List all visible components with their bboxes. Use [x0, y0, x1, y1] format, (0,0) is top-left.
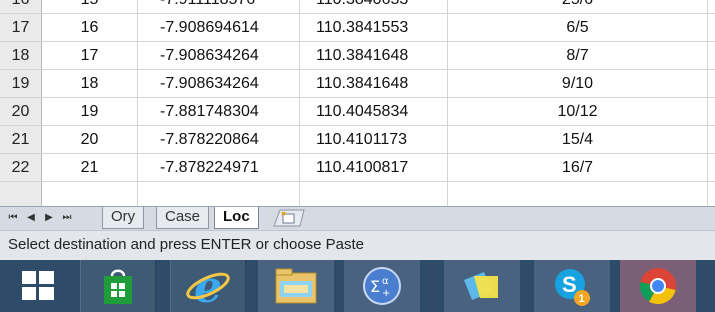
internet-explorer-icon: e — [186, 264, 230, 308]
cell-number[interactable]: 17 — [42, 42, 138, 69]
row-header[interactable]: 16 — [0, 0, 42, 13]
row-header[interactable]: 22 — [0, 154, 42, 181]
row-header[interactable]: 19 — [0, 70, 42, 97]
cell-latitude[interactable]: -7.881748304 — [138, 98, 300, 125]
cell-date[interactable]: 16/7 — [448, 154, 708, 181]
sticky-notes-icon — [464, 272, 498, 300]
start-icon — [22, 271, 54, 300]
cell-date[interactable]: 6/5 — [448, 14, 708, 41]
svg-text:+: + — [382, 288, 390, 299]
cell-date[interactable]: 9/10 — [448, 70, 708, 97]
math-app-icon: Σ α + — [363, 267, 401, 305]
last-sheet-icon[interactable]: ⏭ — [60, 211, 74, 225]
cell-latitude[interactable]: -7.908694614 — [138, 14, 300, 41]
tab-loc[interactable]: Loc — [214, 207, 259, 229]
math-app-button[interactable]: Σ α + — [344, 260, 420, 312]
cell-number[interactable]: 15 — [42, 0, 138, 13]
row-header[interactable]: 20 — [0, 98, 42, 125]
cell-longitude[interactable]: 110.4045834 — [300, 98, 448, 125]
cell-date[interactable]: 25/6 — [448, 0, 708, 13]
worksheet-grid: 16 15 -7.911118576 110.3840653 25/6 17 1… — [0, 0, 715, 206]
excel-window: 16 15 -7.911118576 110.3840653 25/6 17 1… — [0, 0, 715, 312]
first-sheet-icon[interactable]: ⏮ — [6, 211, 20, 225]
cell-longitude[interactable]: 110.3841648 — [300, 42, 448, 69]
sheet-tab-bar: ⏮ ◀ ▶ ⏭ Ory Case Loc — [0, 206, 715, 230]
cell-number[interactable]: 16 — [42, 14, 138, 41]
insert-worksheet-icon[interactable] — [270, 208, 310, 228]
cell-empty[interactable] — [708, 126, 715, 153]
cell-date[interactable]: 15/4 — [448, 126, 708, 153]
cell-latitude[interactable]: -7.908634264 — [138, 42, 300, 69]
cell-empty[interactable] — [42, 182, 138, 206]
cell-number[interactable]: 19 — [42, 98, 138, 125]
cell-empty[interactable] — [708, 182, 715, 206]
chrome-button[interactable] — [620, 260, 696, 312]
table-row[interactable] — [0, 182, 715, 206]
file-explorer-button[interactable] — [258, 260, 334, 312]
cell-empty[interactable] — [708, 14, 715, 41]
status-bar: Select destination and press ENTER or ch… — [0, 230, 715, 260]
table-row[interactable]: 20 19 -7.881748304 110.4045834 10/12 — [0, 98, 715, 126]
cell-latitude[interactable]: -7.878224971 — [138, 154, 300, 181]
status-message: Select destination and press ENTER or ch… — [8, 236, 365, 253]
svg-text:e: e — [194, 264, 222, 308]
prev-sheet-icon[interactable]: ◀ — [24, 211, 38, 225]
cell-latitude[interactable]: -7.908634264 — [138, 70, 300, 97]
tab-ory[interactable]: Ory — [102, 207, 145, 229]
file-explorer-icon — [275, 268, 317, 304]
store-icon — [104, 269, 132, 304]
svg-text:S: S — [562, 272, 577, 297]
cell-longitude[interactable]: 110.3840653 — [300, 0, 448, 13]
cell-latitude[interactable]: -7.878220864 — [138, 126, 300, 153]
row-header[interactable]: 17 — [0, 14, 42, 41]
table-row[interactable]: 17 16 -7.908694614 110.3841553 6/5 — [0, 14, 715, 42]
cell-empty[interactable] — [448, 182, 708, 206]
table-row[interactable]: 19 18 -7.908634264 110.3841648 9/10 — [0, 70, 715, 98]
table-row[interactable]: 18 17 -7.908634264 110.3841648 8/7 — [0, 42, 715, 70]
cell-longitude[interactable]: 110.4100817 — [300, 154, 448, 181]
table-row[interactable]: 16 15 -7.911118576 110.3840653 25/6 — [0, 0, 715, 14]
skype-button[interactable]: S 1 — [534, 260, 610, 312]
cell-longitude[interactable]: 110.3841648 — [300, 70, 448, 97]
cell-empty[interactable] — [708, 42, 715, 69]
cell-longitude[interactable]: 110.4101173 — [300, 126, 448, 153]
cell-empty[interactable] — [708, 0, 715, 13]
store-button[interactable] — [80, 260, 156, 312]
cell-latitude[interactable]: -7.911118576 — [138, 0, 300, 13]
skype-icon: S 1 — [555, 269, 590, 306]
windows-taskbar: e Σ α + S 1 — [0, 260, 715, 312]
cell-date[interactable]: 10/12 — [448, 98, 708, 125]
chrome-icon — [639, 268, 676, 305]
sticky-notes-button[interactable] — [444, 260, 520, 312]
internet-explorer-button[interactable]: e — [170, 260, 246, 312]
start-button[interactable] — [0, 260, 76, 312]
cell-number[interactable]: 20 — [42, 126, 138, 153]
skype-badge: 1 — [579, 293, 585, 305]
next-sheet-icon[interactable]: ▶ — [42, 211, 56, 225]
cell-empty[interactable] — [708, 98, 715, 125]
svg-text:α: α — [382, 276, 389, 287]
cell-empty[interactable] — [138, 182, 300, 206]
table-row[interactable]: 21 20 -7.878220864 110.4101173 15/4 — [0, 126, 715, 154]
svg-text:Σ: Σ — [370, 277, 380, 296]
cell-empty[interactable] — [708, 70, 715, 97]
row-header[interactable] — [0, 182, 42, 206]
cell-longitude[interactable]: 110.3841553 — [300, 14, 448, 41]
row-header[interactable]: 21 — [0, 126, 42, 153]
cell-date[interactable]: 8/7 — [448, 42, 708, 69]
cell-number[interactable]: 18 — [42, 70, 138, 97]
cell-number[interactable]: 21 — [42, 154, 138, 181]
table-row[interactable]: 22 21 -7.878224971 110.4100817 16/7 — [0, 154, 715, 182]
row-header[interactable]: 18 — [0, 42, 42, 69]
tab-case[interactable]: Case — [156, 207, 210, 229]
cell-empty[interactable] — [300, 182, 448, 206]
cell-empty[interactable] — [708, 154, 715, 181]
